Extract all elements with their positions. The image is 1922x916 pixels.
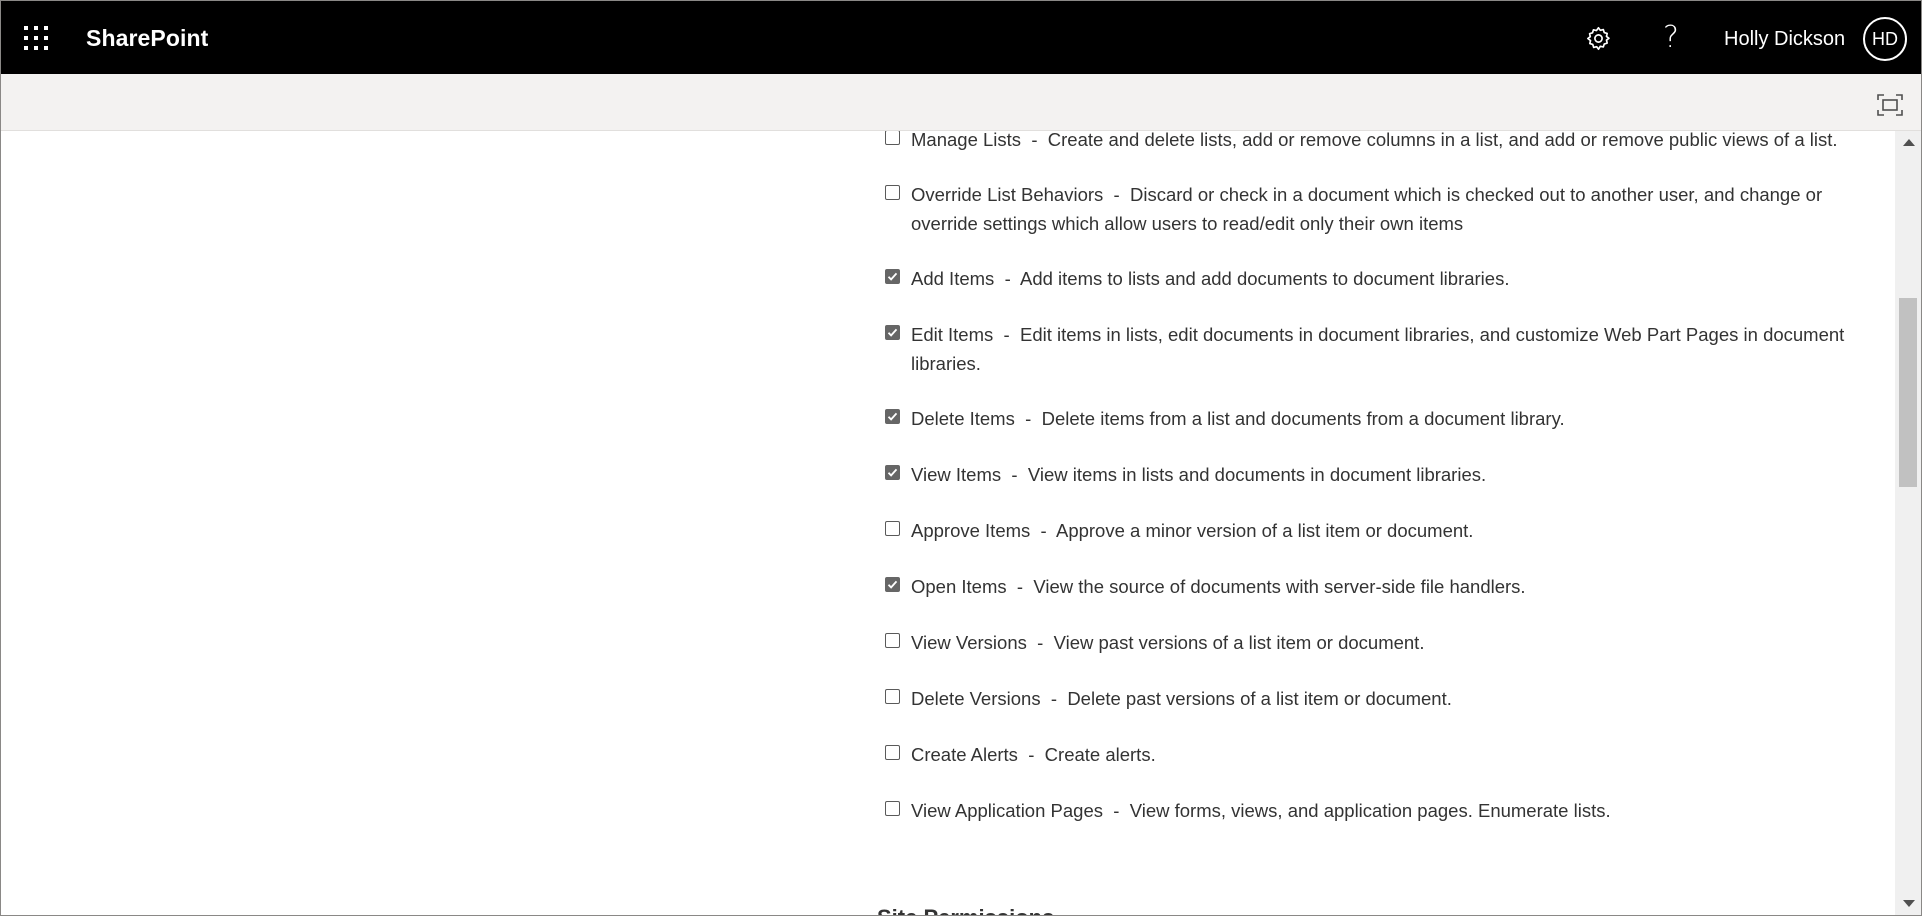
permission-name[interactable]: View Application Pages bbox=[911, 800, 1103, 821]
permission-name[interactable]: Edit Items bbox=[911, 324, 993, 345]
section-heading-site-permissions: Site Permissions bbox=[877, 904, 1054, 915]
permission-item: Edit Items - Edit items in lists, edit d… bbox=[885, 320, 1855, 378]
checkbox-unchecked[interactable] bbox=[885, 185, 900, 200]
help-icon[interactable]: ? bbox=[1656, 21, 1686, 55]
permission-description: Approve a minor version of a list item o… bbox=[1055, 520, 1474, 541]
checkbox-checked[interactable] bbox=[885, 269, 900, 284]
permission-separator: - bbox=[1102, 800, 1130, 821]
permission-separator: - bbox=[1001, 464, 1028, 485]
main-content: Manage Lists - Create and delete lists, … bbox=[1, 131, 1895, 915]
permission-description: Delete items from a list and documents f… bbox=[1041, 408, 1565, 429]
permission-separator: - bbox=[1017, 744, 1045, 765]
permission-name[interactable]: Delete Items bbox=[911, 408, 1015, 429]
permission-separator: - bbox=[1030, 520, 1056, 541]
checkmark-icon bbox=[887, 328, 898, 337]
app-launcher-icon[interactable] bbox=[23, 25, 49, 51]
permission-name[interactable]: View Items bbox=[911, 464, 1001, 485]
permission-description: Edit items in lists, edit documents in d… bbox=[911, 324, 1845, 374]
permission-item: View Versions - View past versions of a … bbox=[885, 628, 1855, 657]
checkmark-icon bbox=[887, 272, 898, 281]
scroll-down-arrow-icon[interactable] bbox=[1903, 900, 1915, 907]
permission-item: Delete Items - Delete items from a list … bbox=[885, 404, 1855, 433]
focus-mode-icon[interactable] bbox=[1877, 94, 1903, 116]
permission-separator: - bbox=[1021, 131, 1048, 150]
permission-item: Approve Items - Approve a minor version … bbox=[885, 516, 1855, 545]
permission-item: Create Alerts - Create alerts. bbox=[885, 740, 1855, 769]
permission-separator: - bbox=[1040, 688, 1068, 709]
permission-name[interactable]: Create Alerts bbox=[911, 744, 1018, 765]
permission-separator: - bbox=[993, 324, 1020, 345]
list-permissions: Manage Lists - Create and delete lists, … bbox=[885, 131, 1855, 852]
checkbox-unchecked[interactable] bbox=[885, 521, 900, 536]
permission-description: View forms, views, and application pages… bbox=[1129, 800, 1611, 821]
checkbox-unchecked[interactable] bbox=[885, 131, 900, 145]
command-bar bbox=[1, 74, 1921, 131]
permission-item: Open Items - View the source of document… bbox=[885, 572, 1855, 601]
permission-description: Create and delete lists, add or remove c… bbox=[1047, 131, 1838, 150]
permission-item: Add Items - Add items to lists and add d… bbox=[885, 264, 1855, 293]
permission-item: View Application Pages - View forms, vie… bbox=[885, 796, 1855, 825]
checkbox-unchecked[interactable] bbox=[885, 689, 900, 704]
checkbox-unchecked[interactable] bbox=[885, 633, 900, 648]
permission-item: Manage Lists - Create and delete lists, … bbox=[885, 131, 1855, 154]
permission-item: Delete Versions - Delete past versions o… bbox=[885, 684, 1855, 713]
avatar[interactable]: HD bbox=[1863, 17, 1907, 61]
permission-name[interactable]: Override List Behaviors bbox=[911, 184, 1103, 205]
permission-description: View past versions of a list item or doc… bbox=[1053, 632, 1425, 653]
permission-name[interactable]: Delete Versions bbox=[911, 688, 1041, 709]
permission-name[interactable]: Open Items bbox=[911, 576, 1007, 597]
checkmark-icon bbox=[887, 580, 898, 589]
checkbox-checked[interactable] bbox=[885, 409, 900, 424]
suite-bar: SharePoint ? Holly Dickson HD bbox=[1, 1, 1921, 74]
checkmark-icon bbox=[887, 468, 898, 477]
permission-description: View items in lists and documents in doc… bbox=[1027, 464, 1487, 485]
permission-separator: - bbox=[1103, 184, 1131, 205]
permission-item: View Items - View items in lists and doc… bbox=[885, 460, 1855, 489]
permission-description: Delete past versions of a list item or d… bbox=[1067, 688, 1452, 709]
checkbox-checked[interactable] bbox=[885, 325, 900, 340]
permission-name[interactable]: Approve Items bbox=[911, 520, 1030, 541]
permission-separator: - bbox=[994, 268, 1020, 289]
permission-description: Create alerts. bbox=[1044, 744, 1156, 765]
permission-item: Override List Behaviors - Discard or che… bbox=[885, 180, 1855, 238]
scrollbar-thumb[interactable] bbox=[1899, 298, 1917, 487]
permission-description: Add items to lists and add documents to … bbox=[1020, 268, 1510, 289]
checkmark-icon bbox=[887, 412, 898, 421]
permission-separator: - bbox=[1014, 408, 1042, 429]
permission-separator: - bbox=[1006, 576, 1034, 597]
app-title[interactable]: SharePoint bbox=[86, 24, 208, 52]
permission-description: View the source of documents with server… bbox=[1033, 576, 1526, 597]
vertical-scrollbar[interactable] bbox=[1895, 131, 1921, 915]
checkbox-checked[interactable] bbox=[885, 465, 900, 480]
permission-separator: - bbox=[1026, 632, 1054, 653]
sharepoint-window: SharePoint ? Holly Dickson HD Manage Lis… bbox=[0, 0, 1922, 916]
permission-name[interactable]: Add Items bbox=[911, 268, 994, 289]
checkbox-unchecked[interactable] bbox=[885, 801, 900, 816]
permission-name[interactable]: View Versions bbox=[911, 632, 1027, 653]
user-name[interactable]: Holly Dickson bbox=[1724, 26, 1845, 52]
checkbox-checked[interactable] bbox=[885, 577, 900, 592]
settings-gear-icon[interactable] bbox=[1585, 25, 1612, 52]
permission-name[interactable]: Manage Lists bbox=[911, 131, 1021, 150]
scroll-up-arrow-icon[interactable] bbox=[1903, 139, 1915, 146]
checkbox-unchecked[interactable] bbox=[885, 745, 900, 760]
